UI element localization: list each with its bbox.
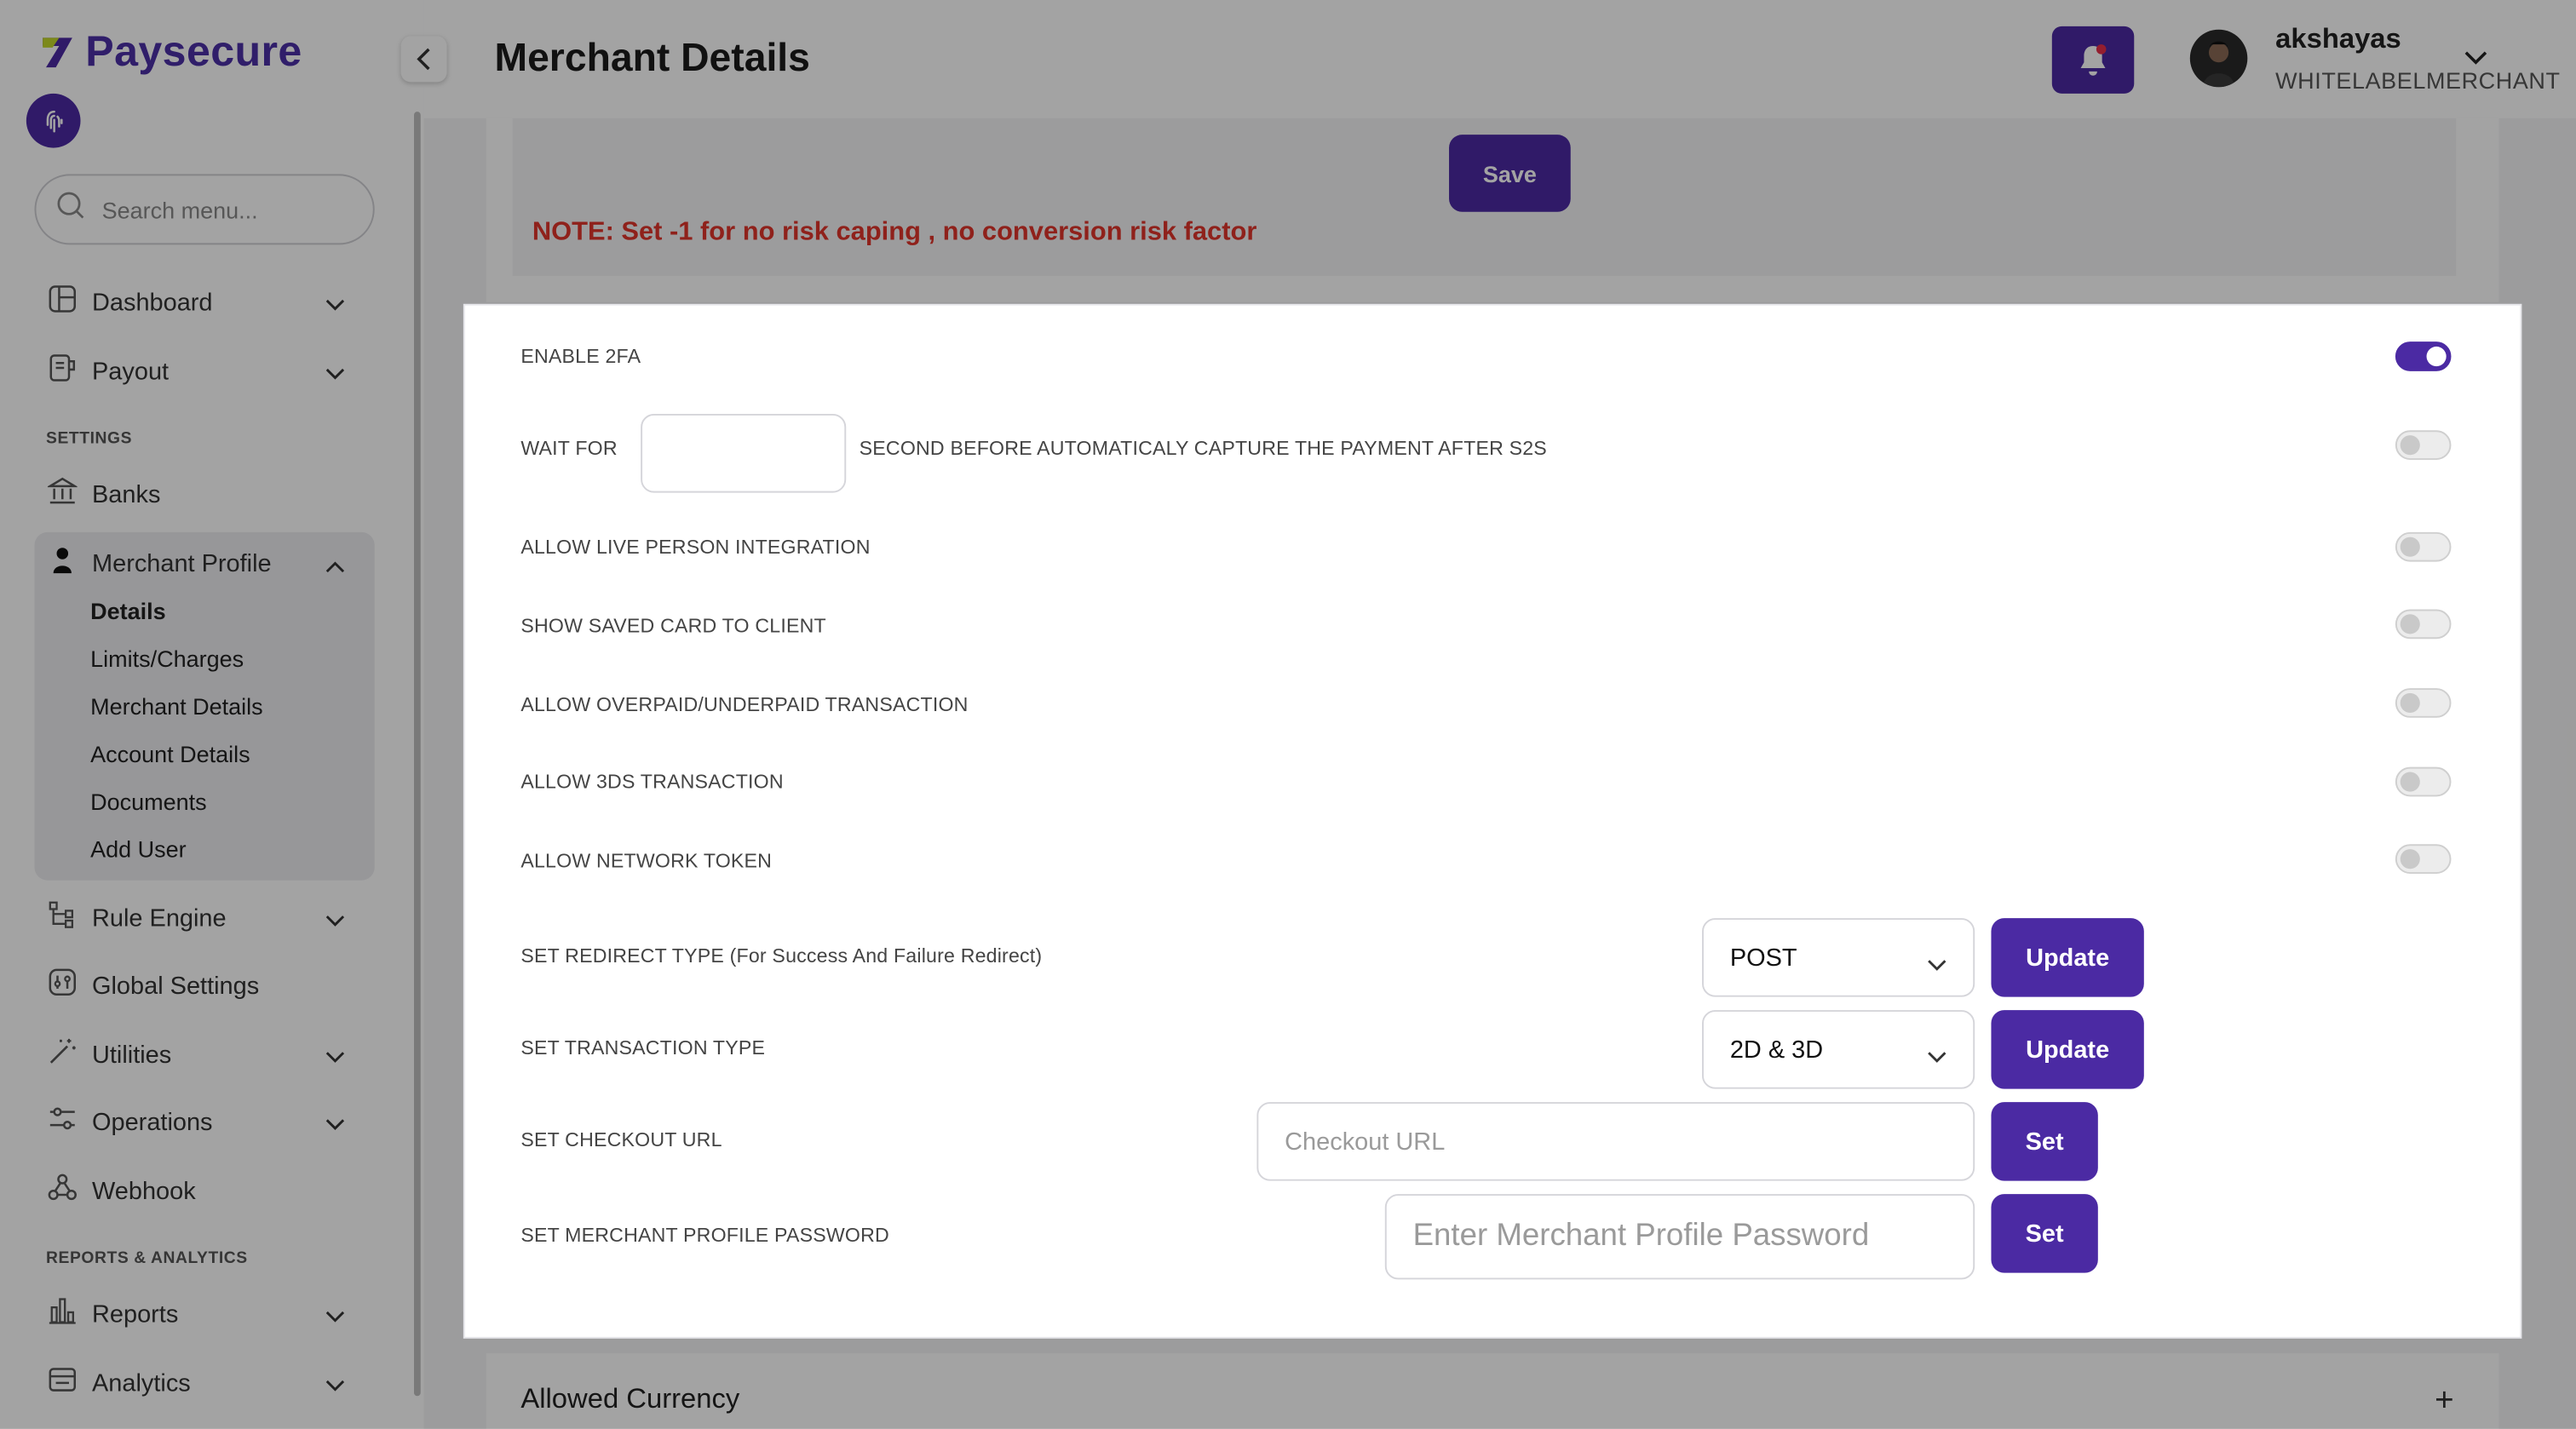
saved-card-toggle[interactable] xyxy=(2395,609,2452,640)
auto-capture-toggle[interactable] xyxy=(2395,430,2452,461)
live-person-toggle[interactable] xyxy=(2395,531,2452,562)
toggle-knob xyxy=(2400,614,2420,634)
overpaid-label: ALLOW OVERPAID/UNDERPAID TRANSACTION xyxy=(520,692,969,716)
toggle-knob xyxy=(2400,849,2420,869)
three-ds-toggle[interactable] xyxy=(2395,766,2452,797)
chevron-down-icon xyxy=(1927,951,1946,979)
update-transaction-type-button[interactable]: Update xyxy=(1991,1010,2144,1089)
transaction-type-label: SET TRANSACTION TYPE xyxy=(520,1036,766,1059)
wait-seconds-input[interactable] xyxy=(641,414,847,493)
checkout-url-label: SET CHECKOUT URL xyxy=(520,1128,722,1151)
three-ds-label: ALLOW 3DS TRANSACTION xyxy=(520,770,784,794)
update-redirect-type-button[interactable]: Update xyxy=(1991,918,2144,997)
merchant-settings-card: ENABLE 2FA WAIT FOR SECOND BEFORE AUTOMA… xyxy=(464,305,2521,1337)
redirect-type-value: POST xyxy=(1729,943,1797,972)
toggle-knob xyxy=(2400,772,2420,792)
checkout-url-input[interactable] xyxy=(1256,1102,1975,1181)
wait-for-label: WAIT FOR xyxy=(520,437,618,461)
main-scrollbar[interactable] xyxy=(2566,722,2573,1289)
enable-2fa-label: ENABLE 2FA xyxy=(520,345,641,369)
overpaid-toggle[interactable] xyxy=(2395,688,2452,718)
auto-capture-label: SECOND BEFORE AUTOMATICALY CAPTURE THE P… xyxy=(859,437,1547,461)
toggle-knob xyxy=(2426,346,2447,367)
network-token-toggle[interactable] xyxy=(2395,844,2452,875)
transaction-type-select[interactable]: 2D & 3D xyxy=(1702,1010,1975,1089)
chevron-down-icon xyxy=(1927,1043,1946,1071)
profile-password-input[interactable] xyxy=(1384,1194,1975,1280)
transaction-type-value: 2D & 3D xyxy=(1729,1035,1824,1064)
toggle-knob xyxy=(2400,435,2420,456)
redirect-type-select[interactable]: POST xyxy=(1702,918,1975,997)
toggle-knob xyxy=(2400,537,2420,557)
set-checkout-url-button[interactable]: Set xyxy=(1991,1102,2098,1181)
enable-2fa-toggle[interactable] xyxy=(2395,341,2452,371)
live-person-label: ALLOW LIVE PERSON INTEGRATION xyxy=(520,535,871,559)
redirect-type-label: SET REDIRECT TYPE (For Success And Failu… xyxy=(520,944,1043,967)
saved-card-label: SHOW SAVED CARD TO CLIENT xyxy=(520,614,826,638)
profile-password-label: SET MERCHANT PROFILE PASSWORD xyxy=(520,1223,889,1247)
toggle-knob xyxy=(2400,692,2420,714)
network-token-label: ALLOW NETWORK TOKEN xyxy=(520,849,773,873)
set-profile-password-button[interactable]: Set xyxy=(1991,1194,2098,1273)
